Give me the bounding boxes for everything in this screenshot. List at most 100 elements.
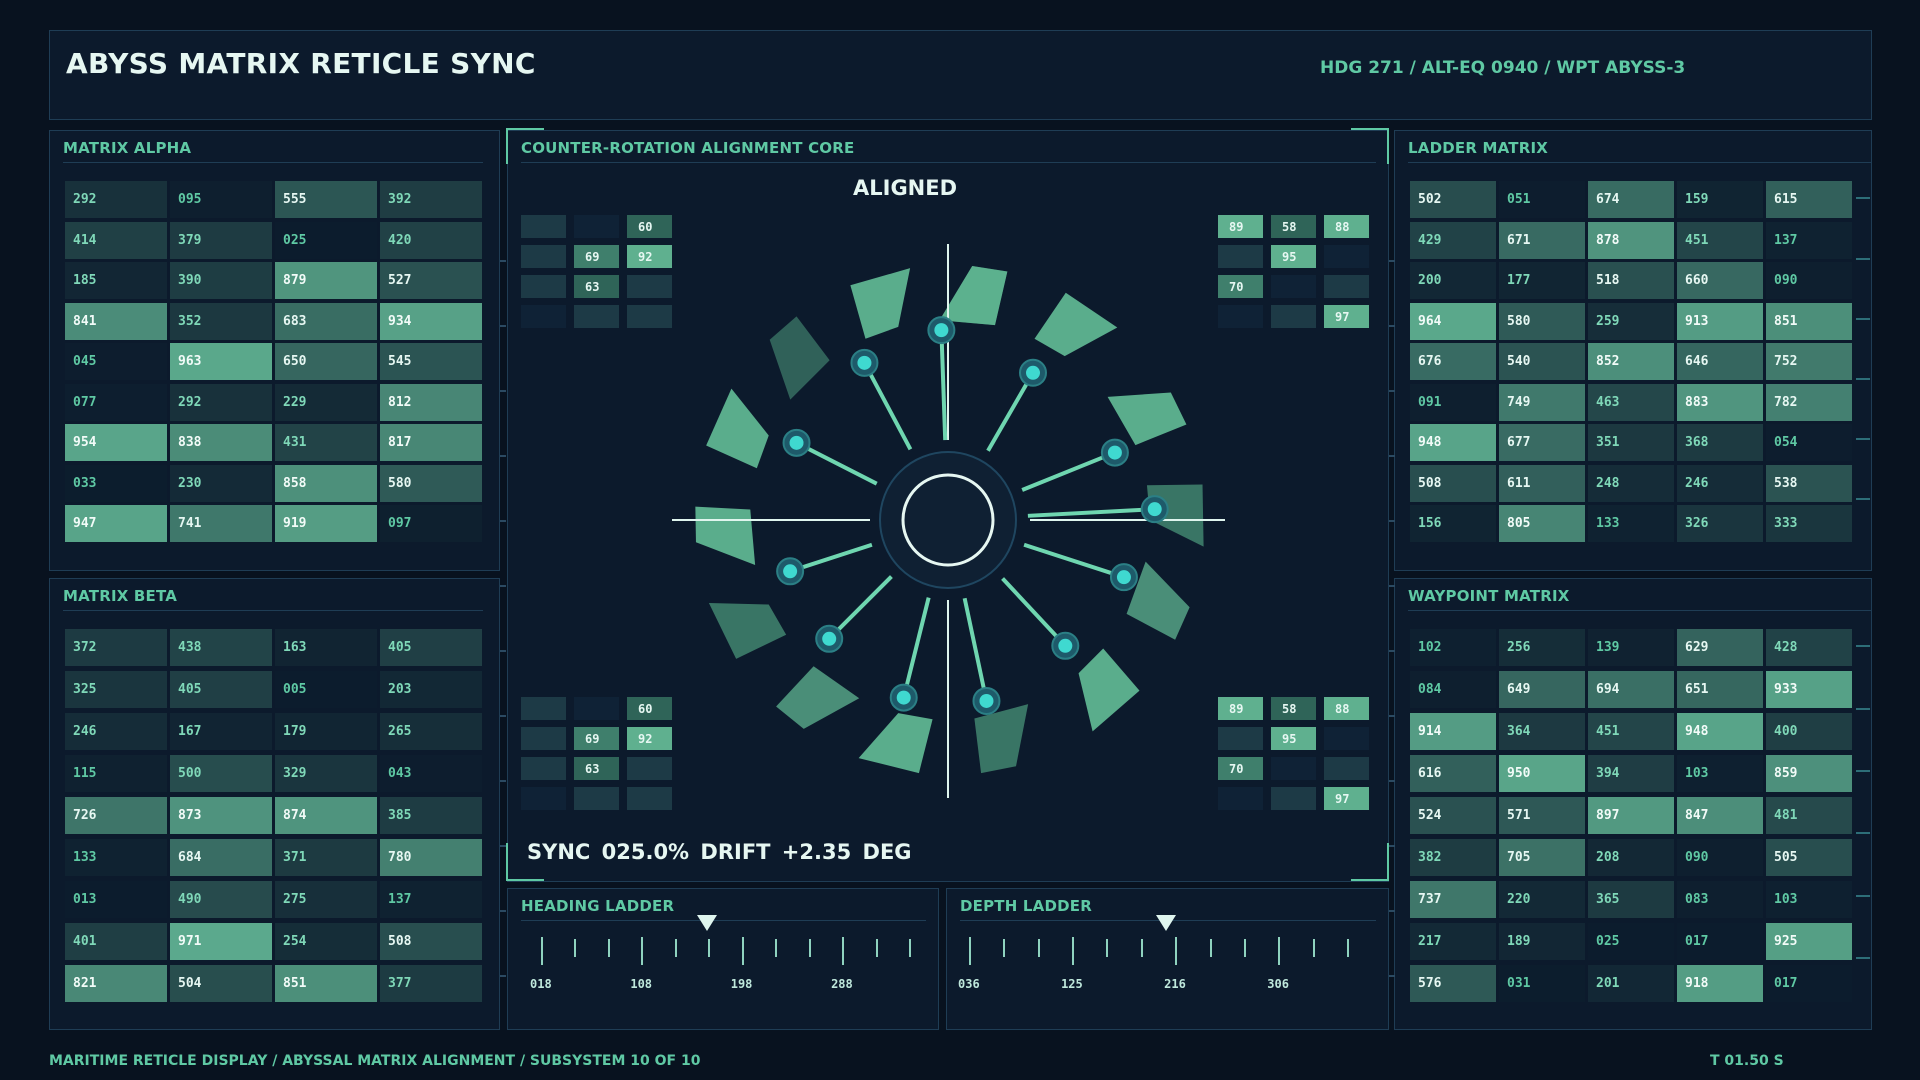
ladder-tick bbox=[1037, 939, 1040, 957]
mini-cell: 97 bbox=[1324, 787, 1369, 810]
matrix-cell: 217 bbox=[1410, 923, 1496, 960]
matrix-cell: 741 bbox=[170, 505, 272, 542]
matrix-cell: 091 bbox=[1410, 383, 1496, 421]
matrix-cell: 201 bbox=[1588, 965, 1674, 1002]
ladder-tick bbox=[1209, 939, 1212, 957]
mini-cell bbox=[574, 697, 619, 720]
reticle-node bbox=[857, 355, 872, 370]
matrix-cell: 051 bbox=[1499, 181, 1585, 218]
matrix-cell: 097 bbox=[380, 505, 482, 542]
side-tick bbox=[1389, 975, 1395, 977]
mini-cell: 88 bbox=[1324, 215, 1369, 238]
matrix-cell: 256 bbox=[1499, 629, 1585, 666]
matrix-cell: 705 bbox=[1499, 839, 1585, 876]
reticle-node bbox=[783, 564, 798, 579]
matrix-cell: 017 bbox=[1677, 923, 1763, 960]
matrix-cell: 954 bbox=[65, 424, 167, 461]
reticle-vane bbox=[708, 603, 787, 659]
matrix-cell: 230 bbox=[170, 464, 272, 502]
matrix-beta-grid: 372 438 163 405 325 405 005 203 246 167 179 265 115 5… bbox=[65, 629, 482, 1003]
matrix-cell: 246 bbox=[1677, 464, 1763, 502]
ladder-tick bbox=[1072, 937, 1075, 965]
mini-cell bbox=[521, 215, 566, 238]
ladder-tick bbox=[1278, 937, 1281, 965]
ladder-marker[interactable] bbox=[1155, 915, 1176, 931]
reticle-vane bbox=[1034, 292, 1118, 357]
mini-cell bbox=[521, 245, 566, 268]
matrix-cell: 364 bbox=[1499, 713, 1585, 750]
reticle-node bbox=[1107, 445, 1122, 460]
matrix-cell: 137 bbox=[1766, 221, 1852, 259]
matrix-cell: 851 bbox=[1766, 302, 1852, 340]
edge-tick bbox=[1856, 258, 1870, 260]
ladder-marker[interactable] bbox=[696, 915, 717, 931]
matrix-cell: 481 bbox=[1766, 797, 1852, 834]
reticle-spoke bbox=[862, 361, 913, 451]
ladder-tick bbox=[1312, 939, 1315, 957]
matrix-cell: 649 bbox=[1499, 671, 1585, 708]
reticle-node bbox=[1058, 638, 1073, 653]
depth-ladder-title: DEPTH LADDER bbox=[960, 897, 1092, 915]
matrix-cell: 025 bbox=[1588, 923, 1674, 960]
matrix-cell: 156 bbox=[1410, 505, 1496, 542]
matrix-cell: 508 bbox=[380, 923, 482, 960]
mini-cell: 63 bbox=[574, 275, 619, 298]
matrix-cell: 963 bbox=[170, 343, 272, 380]
side-tick bbox=[500, 910, 506, 912]
matrix-beta-panel: MATRIX BETA 372 438 163 405 325 405 005 203 246 1… bbox=[49, 578, 500, 1030]
ladder-tick bbox=[969, 937, 971, 965]
matrix-cell: 229 bbox=[275, 383, 377, 421]
waypoint-matrix-grid: 102 256 139 629 428 084 649 694 651 933 914 364 451 9… bbox=[1410, 629, 1852, 1003]
matrix-cell: 137 bbox=[380, 881, 482, 918]
matrix-cell: 650 bbox=[275, 343, 377, 380]
matrix-cell: 401 bbox=[65, 923, 167, 960]
side-tick bbox=[1389, 390, 1395, 392]
matrix-cell: 524 bbox=[1410, 797, 1496, 834]
matrix-cell: 185 bbox=[65, 262, 167, 299]
mini-cell bbox=[1324, 727, 1369, 750]
ladder-tick bbox=[541, 937, 543, 965]
matrix-cell: 394 bbox=[1588, 755, 1674, 792]
matrix-cell: 248 bbox=[1588, 464, 1674, 502]
matrix-cell: 651 bbox=[1677, 671, 1763, 708]
matrix-cell: 500 bbox=[170, 755, 272, 792]
matrix-cell: 852 bbox=[1588, 343, 1674, 380]
reticle-vane bbox=[974, 704, 1029, 774]
matrix-alpha-title: MATRIX ALPHA bbox=[63, 139, 192, 157]
matrix-cell: 031 bbox=[1499, 965, 1585, 1002]
matrix-cell: 200 bbox=[1410, 262, 1496, 299]
matrix-cell: 660 bbox=[1677, 262, 1763, 299]
matrix-cell: 390 bbox=[170, 262, 272, 299]
matrix-cell: 847 bbox=[1677, 797, 1763, 834]
matrix-cell: 254 bbox=[275, 923, 377, 960]
matrix-cell: 538 bbox=[1766, 464, 1852, 502]
reticle-vane bbox=[1107, 392, 1187, 446]
reticle-vane bbox=[1078, 648, 1140, 732]
reticle-vane bbox=[706, 388, 769, 469]
matrix-cell: 382 bbox=[1410, 839, 1496, 876]
matrix-cell: 873 bbox=[170, 797, 272, 834]
mini-cell bbox=[521, 787, 566, 810]
matrix-cell: 611 bbox=[1499, 464, 1585, 502]
matrix-cell: 208 bbox=[1588, 839, 1674, 876]
mini-cell bbox=[1271, 305, 1316, 328]
mini-grid-top-left: 60 69 92 63 bbox=[521, 215, 672, 328]
matrix-cell: 805 bbox=[1499, 505, 1585, 542]
matrix-cell: 883 bbox=[1677, 383, 1763, 421]
matrix-cell: 964 bbox=[1410, 302, 1496, 340]
side-tick bbox=[500, 455, 506, 457]
matrix-cell: 752 bbox=[1766, 343, 1852, 380]
mini-cell bbox=[521, 697, 566, 720]
mini-cell bbox=[521, 757, 566, 780]
matrix-cell: 083 bbox=[1677, 881, 1763, 918]
reticle-vane bbox=[776, 666, 860, 729]
matrix-beta-title: MATRIX BETA bbox=[63, 587, 178, 605]
matrix-cell: 385 bbox=[380, 797, 482, 834]
matrix-cell: 159 bbox=[1677, 181, 1763, 218]
mini-cell bbox=[1324, 275, 1369, 298]
matrix-cell: 683 bbox=[275, 302, 377, 340]
side-tick bbox=[500, 390, 506, 392]
matrix-cell: 377 bbox=[380, 965, 482, 1002]
mini-cell bbox=[1324, 757, 1369, 780]
edge-tick bbox=[1856, 197, 1870, 199]
